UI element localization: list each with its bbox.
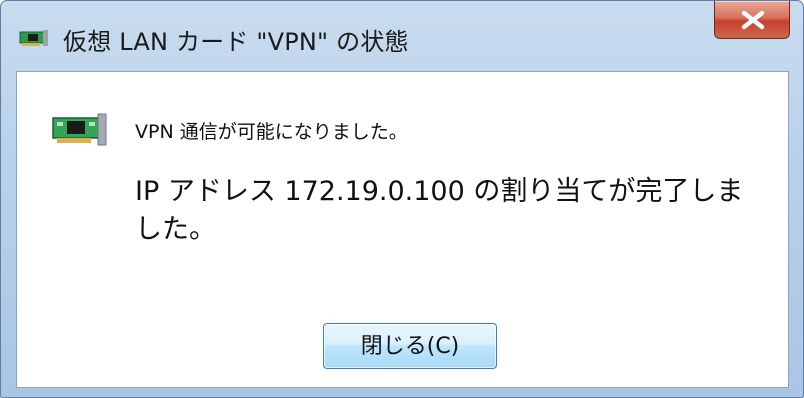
network-card-icon: [51, 113, 107, 147]
title-bar[interactable]: 仮想 LAN カード "VPN" の状態: [1, 1, 803, 71]
dialog-body: VPN 通信が可能になりました。 IP アドレス 172.19.0.100 の割…: [16, 71, 789, 388]
dialog-window: 仮想 LAN カード "VPN" の状態 VPN 通信が可能になりました。 IP…: [0, 0, 804, 398]
network-card-icon: [19, 29, 49, 47]
window-title: 仮想 LAN カード "VPN" の状態: [63, 28, 409, 56]
ip-assigned-message: IP アドレス 172.19.0.100 の割り当てが完了しました。: [135, 176, 744, 245]
close-window-button[interactable]: [714, 1, 790, 39]
status-message: VPN 通信が可能になりました。: [135, 121, 408, 143]
close-button[interactable]: 閉じる(C): [323, 323, 497, 369]
close-icon: [741, 10, 765, 30]
